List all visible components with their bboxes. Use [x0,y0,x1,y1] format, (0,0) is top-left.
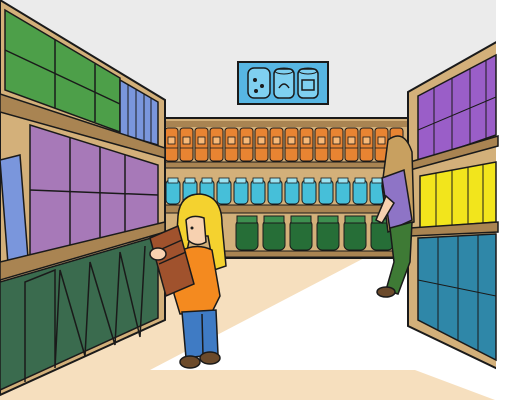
green-jar [235,215,259,251]
cyan-jar [165,177,181,205]
cans-icon [247,67,271,99]
green-jar [316,215,340,251]
orange-can [329,127,344,162]
orange-can [239,127,254,162]
orange-can [359,127,374,162]
aisle-illustration [0,0,520,400]
orange-can [224,127,239,162]
cyan-jar [352,177,368,205]
aisle-sign [237,61,329,105]
orange-can [164,127,179,162]
orange-can [314,127,329,162]
green-jar [343,215,367,251]
green-jar [289,215,313,251]
cyan-jar [233,177,249,205]
orange-can [254,127,269,162]
orange-can [269,127,284,162]
grocery-aisle-scene [0,0,520,400]
cyan-jar [318,177,334,205]
cyan-jar [216,177,232,205]
orange-can [194,127,209,162]
cyan-jar [335,177,351,205]
orange-can [344,127,359,162]
orange-can [209,127,224,162]
green-jar [262,215,286,251]
cyan-jar [284,177,300,205]
cyan-jar [301,177,317,205]
can-icon [297,67,319,99]
cyan-jar [267,177,283,205]
orange-can [179,127,194,162]
orange-can [284,127,299,162]
cyan-jar [250,177,266,205]
orange-can [299,127,314,162]
can-icon [273,67,295,99]
